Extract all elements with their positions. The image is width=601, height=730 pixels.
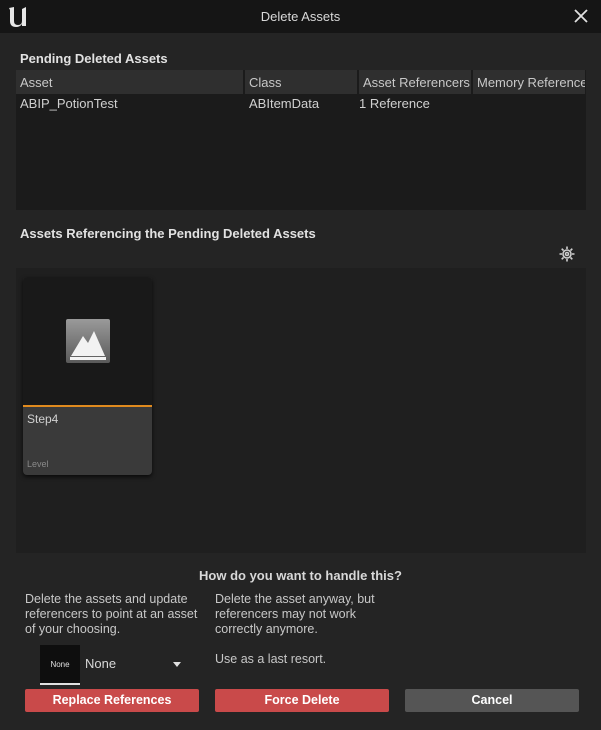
close-icon[interactable] (571, 6, 591, 26)
referencing-heading: Assets Referencing the Pending Deleted A… (20, 226, 316, 241)
cancel-button[interactable]: Cancel (405, 689, 579, 712)
cell-memory (473, 96, 477, 114)
force-delete-button[interactable]: Force Delete (215, 689, 389, 712)
force-note: Use as a last resort. (215, 652, 327, 666)
tile-name: Step4 (27, 412, 59, 426)
column-header-memory-references[interactable]: Memory References (473, 70, 586, 94)
window-title: Delete Assets (260, 9, 341, 24)
asset-picker-value: None (85, 656, 117, 671)
cell-class: ABItemData (249, 96, 320, 111)
gear-icon[interactable] (558, 245, 576, 263)
tile-type: Level (27, 459, 49, 469)
tile-accent-bar (23, 405, 152, 407)
column-header-asset-referencers[interactable]: Asset Referencers (359, 70, 472, 94)
pending-assets-table: Asset Class Asset Referencers Memory Ref… (16, 70, 586, 210)
chevron-down-icon (173, 662, 181, 667)
pending-heading: Pending Deleted Assets (20, 51, 168, 66)
title-bar: Delete Assets (0, 0, 601, 33)
table-header: Asset Class Asset Referencers Memory Ref… (16, 70, 586, 94)
replace-references-button[interactable]: Replace References (25, 689, 199, 712)
asset-tile[interactable]: Step4 Level (23, 277, 152, 475)
asset-picker-dropdown[interactable]: None (85, 656, 187, 674)
handling-question: How do you want to handle this? (199, 568, 402, 583)
cell-referencers: 1 Reference (359, 96, 430, 111)
cell-asset: ABIP_PotionTest (20, 96, 118, 111)
force-description: Delete the asset anyway, but referencers… (215, 592, 375, 636)
replace-description: Delete the assets and update referencers… (25, 592, 198, 636)
asset-picker-thumbnail[interactable]: None (40, 645, 80, 685)
column-header-asset[interactable]: Asset (16, 70, 244, 94)
column-header-class[interactable]: Class (245, 70, 358, 94)
tile-thumbnail (23, 277, 152, 406)
level-icon (66, 319, 110, 363)
